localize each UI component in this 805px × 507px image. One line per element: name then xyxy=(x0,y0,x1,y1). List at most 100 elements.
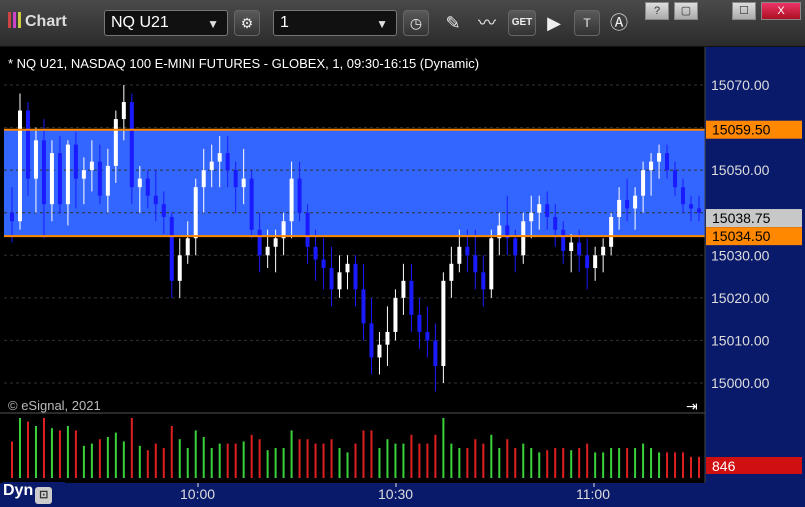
candle-body xyxy=(433,340,438,366)
candle-body xyxy=(513,238,518,256)
volume-bar xyxy=(442,418,445,478)
get-icon[interactable]: GET xyxy=(508,10,536,36)
candle-body xyxy=(337,272,342,290)
volume-bar xyxy=(418,443,421,478)
candle-body xyxy=(681,187,686,205)
candle-body xyxy=(169,216,174,281)
volume-bar xyxy=(170,426,173,478)
clock-icon[interactable]: ◷ xyxy=(403,10,429,36)
volume-bar xyxy=(162,448,165,478)
play-icon[interactable]: ▶ xyxy=(541,10,567,36)
volume-bar xyxy=(698,456,701,478)
symbol-value: NQ U21 xyxy=(111,14,169,31)
candle-body xyxy=(81,170,86,179)
volume-bar xyxy=(514,448,517,478)
candle-body xyxy=(185,238,190,256)
candle-body xyxy=(449,263,454,281)
volume-bar xyxy=(402,443,405,478)
time-tick-label: 10:30 xyxy=(378,486,413,502)
volume-bar xyxy=(314,443,317,478)
interval-combo[interactable]: 1 ▼ xyxy=(273,10,397,36)
volume-bar xyxy=(266,450,269,478)
candle-body xyxy=(113,119,118,166)
candle-body xyxy=(385,331,390,345)
volume-bar xyxy=(682,452,685,478)
candle-body xyxy=(609,216,614,247)
volume-bar xyxy=(370,430,373,478)
candle-body xyxy=(401,280,406,298)
scroll-to-end-icon[interactable]: ⇥ xyxy=(686,399,698,415)
volume-bar xyxy=(82,445,85,478)
candle-body xyxy=(257,229,262,256)
candle-body xyxy=(225,153,230,171)
volume-bar xyxy=(666,452,669,478)
volume-bar xyxy=(66,426,69,478)
volume-bar xyxy=(458,448,461,478)
candle-body xyxy=(129,102,134,188)
study-icon[interactable]: 〰 xyxy=(474,10,500,36)
volume-bar xyxy=(282,448,285,478)
lock-icon[interactable]: ⊡ xyxy=(35,487,53,504)
candle-body xyxy=(73,144,78,179)
candle-body xyxy=(233,170,238,188)
candle-body xyxy=(313,246,318,260)
volume-bar xyxy=(626,448,629,478)
volume-bar xyxy=(498,448,501,478)
volume-bar xyxy=(130,418,133,478)
volume-bar xyxy=(274,448,277,478)
candle-body xyxy=(305,212,310,247)
candle-body xyxy=(625,199,630,209)
volume-bar xyxy=(522,443,525,478)
volume-bar xyxy=(434,434,437,478)
toolbar: Chart NQ U21 ▼ ⚙ 1 ▼ ◷ ✎ 〰 GET ▶ T Ⓐ ? ▢… xyxy=(0,0,805,47)
candle-body xyxy=(201,170,206,188)
price-tick-label: 15000.00 xyxy=(711,375,770,391)
alert-icon[interactable]: Ⓐ xyxy=(606,10,632,36)
candle-body xyxy=(193,187,198,239)
candle-body xyxy=(569,242,574,252)
price-chart[interactable]: 15070.00 15050.00 15030.00 15020.00 15010.00… xyxy=(0,47,805,507)
volume-bar xyxy=(258,439,261,478)
time-tick-label: 10:00 xyxy=(180,486,215,502)
candle-body xyxy=(57,153,62,205)
volume-bar xyxy=(594,452,597,478)
candle-body xyxy=(545,204,550,217)
candle-body xyxy=(345,263,350,273)
candle-body xyxy=(377,344,382,358)
candle-body xyxy=(265,246,270,256)
candle-body xyxy=(209,161,214,171)
candle-body xyxy=(161,204,166,217)
candle-body xyxy=(689,204,694,209)
close-button[interactable]: X xyxy=(761,2,801,20)
volume-bar xyxy=(210,448,213,478)
volume-bar xyxy=(674,452,677,478)
volume-tag: 846 xyxy=(712,458,736,474)
gear-icon[interactable]: ⚙ xyxy=(234,10,260,36)
footer-dyn[interactable]: Dyn ⊡ xyxy=(3,482,65,505)
volume-bar xyxy=(330,439,333,478)
app-title-text: Chart xyxy=(25,13,67,30)
price-tick-label: 15010.00 xyxy=(711,332,770,348)
volume-bar xyxy=(362,430,365,478)
symbol-combo[interactable]: NQ U21 ▼ xyxy=(104,10,228,36)
candle-body xyxy=(649,161,654,171)
pencil-icon[interactable]: ✎ xyxy=(440,10,466,36)
restore-button[interactable]: ▢ xyxy=(674,2,698,20)
chart-logo-icon xyxy=(8,12,22,28)
candle-body xyxy=(105,165,110,196)
app-title: Chart xyxy=(8,12,67,31)
candle-body xyxy=(17,110,22,222)
chevron-down-icon: ▼ xyxy=(376,17,388,31)
candle-body xyxy=(369,323,374,358)
candle-body xyxy=(393,297,398,332)
volume-bar xyxy=(386,439,389,478)
help-button[interactable]: ? xyxy=(645,2,669,20)
chart-header: * NQ U21, NASDAQ 100 E-MINI FUTURES - GL… xyxy=(8,56,479,71)
candle-body xyxy=(49,153,54,205)
text-tool-icon[interactable]: T xyxy=(574,10,600,36)
maximize-button[interactable]: ☐ xyxy=(732,2,756,20)
candle-body xyxy=(697,208,702,213)
price-tick-label: 15030.00 xyxy=(711,247,770,263)
candle-body xyxy=(657,153,662,162)
candle-body xyxy=(25,110,30,179)
